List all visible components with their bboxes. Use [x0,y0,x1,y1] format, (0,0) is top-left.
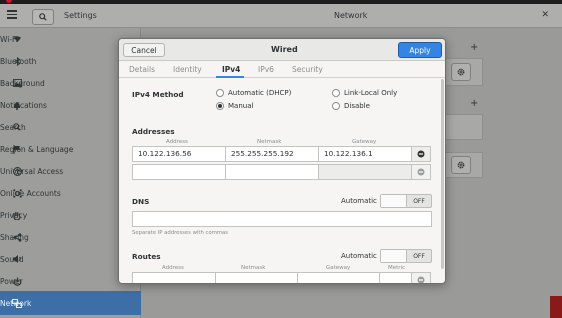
apply-button[interactable]: Apply [398,42,442,58]
method-dhcp-radio[interactable]: Automatic (DHCP) [216,89,291,97]
delete-route-button[interactable] [411,272,431,283]
proxy-settings-button[interactable] [451,156,471,174]
window-edge [550,296,562,318]
dns-automatic-label: Automatic [341,197,377,205]
wired-settings-button[interactable] [451,63,471,81]
tab-identity[interactable]: Identity [173,65,202,74]
address-field[interactable] [132,164,226,180]
delete-icon [417,276,425,283]
netmask-field[interactable] [225,164,319,180]
sidebar-item-label: Notifications [0,100,47,110]
sidebar-item-label: Privacy [0,210,28,220]
gateway-field[interactable]: 10.122.136.1 [318,146,412,162]
gear-icon [457,68,465,76]
dialog-title: Wired [271,45,298,54]
menu-icon[interactable] [7,10,17,21]
column-address: Address [166,139,188,145]
close-icon[interactable]: ✕ [541,10,549,20]
sidebar-item-label: Search [0,122,26,132]
sidebar-item-label: Sharing [0,232,29,242]
tab-ipv6[interactable]: IPv6 [258,65,274,74]
sidebar-item-label: Wi-Fi [0,34,18,44]
route-gateway-field[interactable] [297,272,380,283]
route-address-field[interactable] [132,272,216,283]
delete-address-button[interactable] [411,146,431,162]
network-title: Network [334,11,368,20]
switch-knob [381,195,407,207]
switch-state: OFF [413,197,425,205]
method-link-local-radio[interactable]: Link-Local Only [332,89,397,97]
search-button[interactable] [32,9,54,25]
route-metric-field[interactable] [379,272,412,283]
delete-icon [417,168,425,176]
dns-automatic-switch[interactable]: OFF [380,194,432,208]
sidebar-item-label: Power [0,276,23,286]
sidebar-item-label: Universal Access [0,166,64,176]
cancel-button[interactable]: Cancel [123,43,165,57]
sidebar-item-label: Region & Language [0,144,74,154]
dialog-tabs: Details Identity IPv4 IPv6 Security [119,61,445,78]
route-column-address: Address [162,265,184,271]
route-column-metric: Metric [388,265,406,271]
add-vpn-icon[interactable]: + [470,98,478,109]
column-netmask: Netmask [257,139,282,145]
radio-selected-icon [216,102,224,110]
active-tab-indicator [216,76,244,78]
radio-icon [332,102,340,110]
radio-icon [332,89,340,97]
route-column-gateway: Gateway [326,265,351,271]
settings-title: Settings [64,11,97,20]
routes-automatic-switch[interactable]: OFF [380,249,432,263]
network-header: Network ✕ [141,4,562,28]
dns-label: DNS [132,197,150,206]
delete-address-button[interactable] [411,164,431,180]
switch-state: OFF [413,252,425,260]
tab-ipv4[interactable]: IPv4 [222,65,240,74]
sidebar-item-network[interactable]: Network [0,291,141,315]
gateway-field[interactable] [318,164,412,180]
search-icon [39,13,47,21]
activities-indicator [6,0,12,3]
ipv4-method-label: IPv4 Method [132,90,184,99]
dns-input[interactable] [132,211,432,227]
delete-icon [417,150,425,158]
netmask-field[interactable]: 255.255.255.192 [225,146,319,162]
gear-icon [457,161,465,169]
address-field[interactable]: 10.122.136.56 [132,146,226,162]
add-connection-icon[interactable]: + [470,42,478,53]
sidebar-item-label: Online Accounts [0,188,61,198]
sidebar-item-label: Background [0,78,45,88]
dns-hint: Separate IP addresses with commas [132,230,229,236]
tab-details[interactable]: Details [129,65,155,74]
method-manual-radio[interactable]: Manual [216,102,253,110]
sidebar-item-label: Network [0,298,32,308]
radio-icon [216,89,224,97]
column-gateway: Gateway [352,139,377,145]
routes-label: Routes [132,252,161,261]
switch-knob [381,250,407,262]
route-netmask-field[interactable] [215,272,298,283]
dialog-header: Cancel Wired Apply [119,39,445,61]
wired-dialog: Cancel Wired Apply Details Identity IPv4… [118,38,446,284]
addresses-label: Addresses [132,127,175,136]
sidebar-item-label: Sound [0,254,24,264]
settings-header: Settings [0,4,141,28]
tab-security[interactable]: Security [292,65,323,74]
ipv4-content: IPv4 Method Automatic (DHCP) Link-Local … [119,79,445,283]
route-column-netmask: Netmask [241,265,266,271]
sidebar-item-label: Bluetooth [0,56,37,66]
routes-automatic-label: Automatic [341,252,377,260]
dialog-scrollbar[interactable] [441,79,444,269]
method-disable-radio[interactable]: Disable [332,102,370,110]
